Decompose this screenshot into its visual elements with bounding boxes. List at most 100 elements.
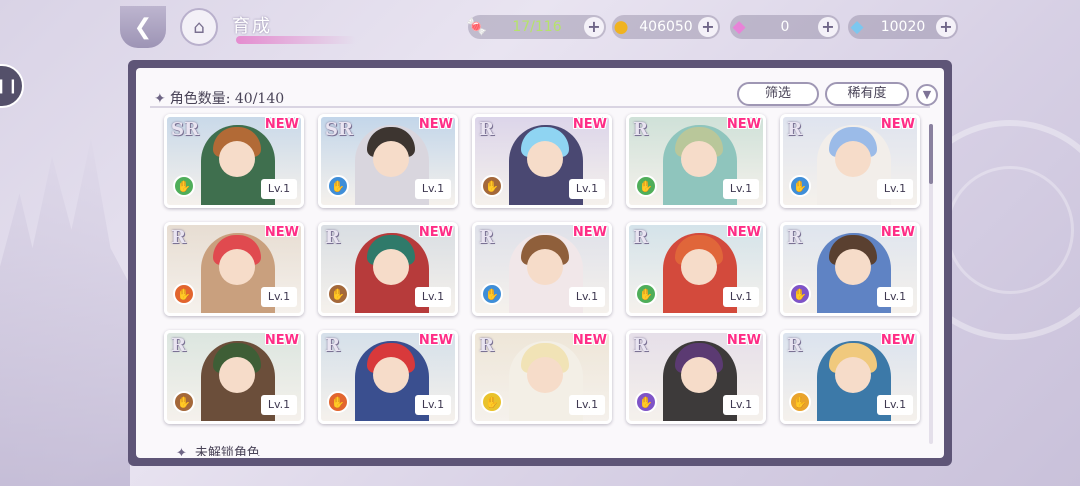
new-badge: NEW (880, 333, 915, 348)
character-card[interactable]: R NEW ✋ Lv.1 (626, 330, 766, 424)
character-face (835, 357, 871, 393)
level-badge: Lv.1 (723, 287, 759, 307)
character-face (527, 141, 563, 177)
rarity-badge: R (325, 227, 340, 248)
candy-icon: 🍬 (466, 17, 488, 37)
level-badge: Lv.1 (877, 179, 913, 199)
character-face (219, 249, 255, 285)
attribute-icon: ✋ (173, 283, 195, 305)
new-badge: NEW (880, 117, 915, 132)
coin-resource: ● 406050 + (612, 15, 720, 39)
pink-gem-value: 0 (780, 19, 790, 35)
rarity-badge: R (171, 227, 186, 248)
new-badge: NEW (264, 333, 299, 348)
level-badge: Lv.1 (569, 179, 605, 199)
scroll-thumb[interactable] (929, 124, 933, 184)
coin-icon: ● (613, 17, 629, 37)
character-card[interactable]: R NEW ✋ Lv.1 (780, 330, 920, 424)
rarity-badge: R (633, 335, 648, 356)
level-badge: Lv.1 (261, 287, 297, 307)
level-badge: Lv.1 (415, 179, 451, 199)
level-badge: Lv.1 (877, 287, 913, 307)
character-card[interactable]: R NEW ✋ Lv.1 (780, 222, 920, 316)
rarity-badge: R (479, 119, 494, 140)
level-badge: Lv.1 (415, 395, 451, 415)
level-badge: Lv.1 (569, 287, 605, 307)
rarity-badge: R (787, 227, 802, 248)
character-panel: ✦ 角色数量: 40/140 筛选 稀有度 ▼ SR NEW ✋ Lv.1 SR … (128, 60, 952, 466)
character-card[interactable]: R NEW ✋ Lv.1 (626, 114, 766, 208)
character-face (373, 357, 409, 393)
character-face (681, 357, 717, 393)
candy-resource: 🍬 17/116 + (466, 15, 606, 39)
level-badge: Lv.1 (569, 395, 605, 415)
attribute-icon: ✋ (173, 175, 195, 197)
add-pink-gem-button[interactable]: + (818, 17, 838, 37)
character-face (681, 249, 717, 285)
new-badge: NEW (572, 117, 607, 132)
character-card[interactable]: SR NEW ✋ Lv.1 (318, 114, 458, 208)
character-face (835, 249, 871, 285)
character-face (527, 357, 563, 393)
pink-gem-resource: ◆ 0 + (730, 15, 840, 39)
rarity-badge: R (325, 335, 340, 356)
home-button[interactable]: ⌂ (180, 8, 218, 46)
character-face (219, 357, 255, 393)
back-button[interactable]: ❮ (120, 6, 166, 48)
character-face (835, 141, 871, 177)
character-card[interactable]: R NEW ✋ Lv.1 (318, 222, 458, 316)
sort-order-button[interactable]: ▼ (916, 84, 938, 106)
sparkle-icon: ✦ (154, 91, 166, 107)
character-face (681, 141, 717, 177)
background-castle (0, 138, 130, 486)
new-badge: NEW (880, 225, 915, 240)
character-face (373, 141, 409, 177)
rarity-badge: R (633, 227, 648, 248)
character-card[interactable]: R NEW ✋ Lv.1 (164, 330, 304, 424)
rarity-sort-button[interactable]: 稀有度 (825, 82, 909, 106)
level-badge: Lv.1 (261, 395, 297, 415)
attribute-icon: ✋ (789, 283, 811, 305)
character-card[interactable]: R NEW ✋ Lv.1 (472, 330, 612, 424)
filter-button[interactable]: 筛选 (737, 82, 819, 106)
attribute-icon: ✋ (327, 391, 349, 413)
rarity-badge: R (787, 119, 802, 140)
add-coin-button[interactable]: + (698, 17, 718, 37)
character-card[interactable]: R NEW ✋ Lv.1 (626, 222, 766, 316)
title-decoration (236, 36, 356, 44)
rarity-badge: SR (325, 119, 353, 140)
character-panel-inner: ✦ 角色数量: 40/140 筛选 稀有度 ▼ SR NEW ✋ Lv.1 SR … (136, 68, 944, 458)
character-card[interactable]: R NEW ✋ Lv.1 (780, 114, 920, 208)
add-candy-button[interactable]: + (584, 17, 604, 37)
chat-bubble-button[interactable]: ❙❙ (0, 64, 24, 108)
level-badge: Lv.1 (723, 395, 759, 415)
pink-gem-icon: ◆ (732, 17, 746, 37)
new-badge: NEW (572, 333, 607, 348)
add-diamond-button[interactable]: + (936, 17, 956, 37)
attribute-icon: ✋ (481, 283, 503, 305)
level-badge: Lv.1 (723, 179, 759, 199)
new-badge: NEW (264, 117, 299, 132)
sparkle-icon: ✦ (176, 446, 187, 456)
character-count-row: ✦ 角色数量: 40/140 (154, 88, 284, 108)
coin-value: 406050 (639, 19, 693, 35)
scrollbar[interactable] (929, 124, 933, 444)
level-badge: Lv.1 (877, 395, 913, 415)
new-badge: NEW (264, 225, 299, 240)
diamond-icon: ◆ (850, 17, 864, 37)
attribute-icon: ✋ (635, 391, 657, 413)
character-card[interactable]: R NEW ✋ Lv.1 (472, 222, 612, 316)
candy-value: 17/116 (512, 19, 562, 35)
character-card[interactable]: R NEW ✋ Lv.1 (164, 222, 304, 316)
character-card[interactable]: R NEW ✋ Lv.1 (318, 330, 458, 424)
new-badge: NEW (418, 333, 453, 348)
rarity-badge: R (787, 335, 802, 356)
rarity-badge: R (171, 335, 186, 356)
attribute-icon: ✋ (635, 175, 657, 197)
divider (150, 106, 930, 108)
character-face (373, 249, 409, 285)
character-card[interactable]: R NEW ✋ Lv.1 (472, 114, 612, 208)
locked-section-row: ✦ 未解锁角色 (176, 442, 260, 456)
new-badge: NEW (418, 117, 453, 132)
character-card[interactable]: SR NEW ✋ Lv.1 (164, 114, 304, 208)
